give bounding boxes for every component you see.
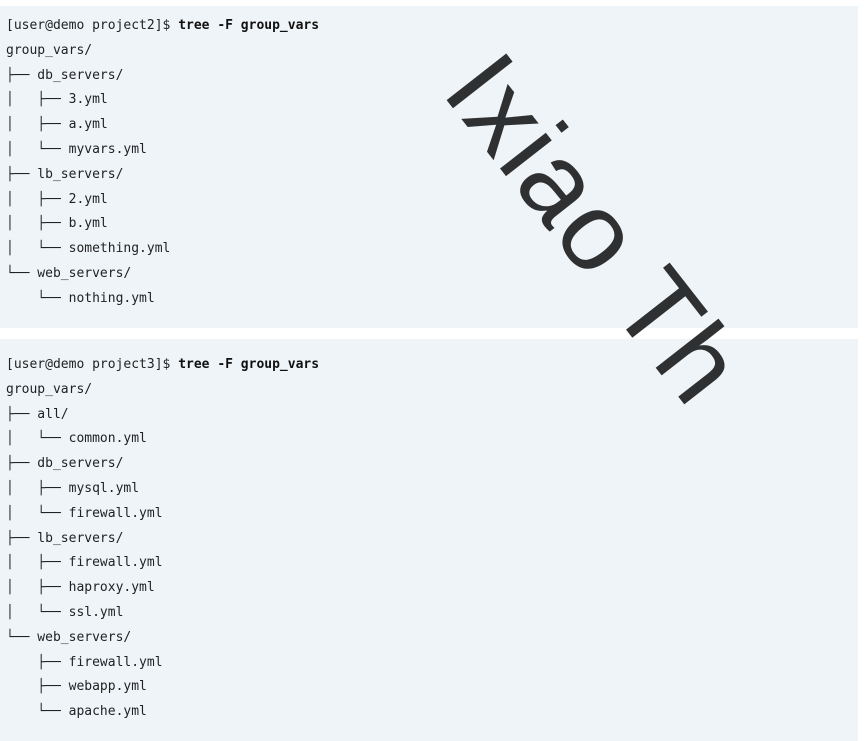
tree-line: ├── db_servers/ bbox=[6, 67, 124, 83]
terminal-block-project3: [user@demo project3]$ tree -F group_vars… bbox=[0, 339, 858, 741]
command-line: [user@demo project3]$ tree -F group_vars bbox=[6, 353, 858, 378]
tree-line: │ ├── a.yml bbox=[6, 117, 108, 133]
tree-line: ├── webapp.yml bbox=[6, 679, 147, 695]
tree-line: │ ├── 3.yml bbox=[6, 92, 108, 108]
tree-line: └── web_servers/ bbox=[6, 265, 132, 281]
tree-line: └── web_servers/ bbox=[6, 629, 132, 645]
tree-line: │ ├── 2.yml bbox=[6, 191, 108, 207]
tree-line: group_vars/ bbox=[6, 42, 93, 58]
tree-line: ├── all/ bbox=[6, 406, 69, 422]
tree-line: │ └── something.yml bbox=[6, 241, 171, 257]
tree-line: ├── db_servers/ bbox=[6, 456, 124, 472]
shell-prompt: [user@demo project3]$ bbox=[6, 357, 179, 372]
tree-line: │ └── firewall.yml bbox=[6, 505, 163, 521]
terminal-block-project2: [user@demo project2]$ tree -F group_vars… bbox=[0, 6, 858, 328]
tree-line: │ ├── mysql.yml bbox=[6, 480, 140, 496]
command-line: [user@demo project2]$ tree -F group_vars bbox=[6, 14, 858, 39]
tree-line: │ └── ssl.yml bbox=[6, 604, 124, 620]
tree-line: │ ├── firewall.yml bbox=[6, 555, 163, 571]
terminal-output: [user@demo project2]$ tree -F group_vars… bbox=[6, 6, 858, 312]
shell-command: tree -F group_vars bbox=[178, 18, 320, 33]
terminal-output: [user@demo project3]$ tree -F group_vars… bbox=[6, 339, 858, 725]
shell-prompt: [user@demo project2]$ bbox=[6, 18, 179, 33]
tree-line: └── apache.yml bbox=[6, 704, 147, 720]
tree-line: ├── lb_servers/ bbox=[6, 166, 124, 182]
tree-line: │ └── myvars.yml bbox=[6, 141, 147, 157]
tree-line: └── nothing.yml bbox=[6, 290, 155, 306]
tree-line: │ ├── b.yml bbox=[6, 216, 108, 232]
tree-line: │ ├── haproxy.yml bbox=[6, 580, 155, 596]
tree-line: │ └── common.yml bbox=[6, 431, 147, 447]
tree-line: ├── firewall.yml bbox=[6, 654, 163, 670]
tree-line: ├── lb_servers/ bbox=[6, 530, 124, 546]
shell-command: tree -F group_vars bbox=[178, 357, 320, 372]
tree-line: group_vars/ bbox=[6, 381, 93, 397]
